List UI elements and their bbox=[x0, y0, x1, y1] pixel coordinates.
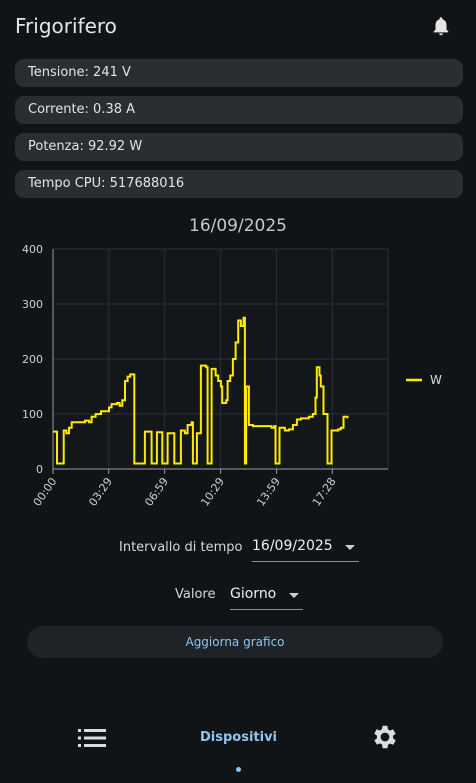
voltage-row: Tensione: 241 V bbox=[15, 59, 463, 87]
date-value: 16/09/2025 bbox=[252, 538, 333, 554]
date-dropdown[interactable]: 16/09/2025 bbox=[252, 536, 359, 562]
y-tick-label: 100 bbox=[22, 408, 43, 421]
period-dropdown[interactable]: Giorno bbox=[230, 584, 303, 610]
list-icon[interactable] bbox=[78, 728, 106, 748]
refresh-chart-button[interactable]: Aggiorna grafico bbox=[27, 626, 443, 658]
y-tick-label: 300 bbox=[22, 298, 43, 311]
x-tick-label: 00:00 bbox=[31, 475, 60, 508]
x-tick-label: 13:59 bbox=[254, 475, 283, 508]
gear-icon[interactable] bbox=[370, 722, 400, 752]
power-row: Potenza: 92.92 W bbox=[15, 133, 463, 161]
value-label: Valore bbox=[175, 587, 216, 602]
y-tick-label: 400 bbox=[22, 243, 43, 256]
nav-devices-label[interactable]: Dispositivi bbox=[200, 730, 277, 745]
chevron-down-icon bbox=[289, 593, 299, 598]
x-tick-label: 17:28 bbox=[310, 475, 339, 508]
y-tick-label: 0 bbox=[36, 463, 43, 476]
period-value: Giorno bbox=[230, 586, 277, 602]
nav-active-indicator bbox=[236, 767, 241, 772]
current-row: Corrente: 0.38 A bbox=[15, 96, 463, 124]
cpu-time-row: Tempo CPU: 517688016 bbox=[15, 170, 463, 198]
y-tick-label: 200 bbox=[22, 353, 43, 366]
app-bar: Frigorifero bbox=[0, 0, 476, 54]
app-title: Frigorifero bbox=[15, 14, 117, 38]
x-tick-label: 10:29 bbox=[198, 475, 227, 508]
x-tick-label: 03:29 bbox=[86, 475, 115, 508]
interval-label: Intervallo di tempo bbox=[119, 540, 243, 555]
x-tick-label: 06:59 bbox=[142, 475, 171, 508]
chevron-down-icon bbox=[345, 545, 355, 550]
legend-label: W bbox=[430, 373, 442, 387]
power-chart: 0 100 200 300 400 00:00 03:29 06:59 10:29 13:59 17… bbox=[22, 243, 442, 509]
chart-title: 16/09/2025 bbox=[189, 216, 287, 236]
bell-icon[interactable] bbox=[430, 15, 452, 37]
